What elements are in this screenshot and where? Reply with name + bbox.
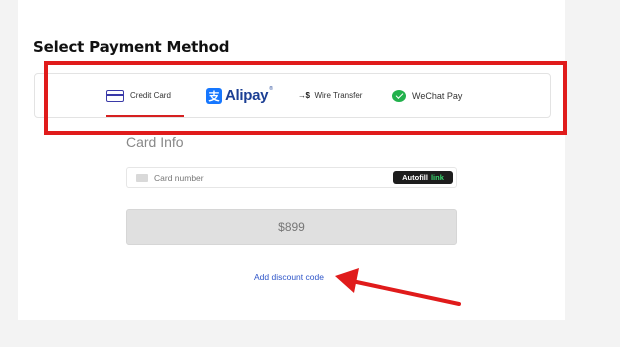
arrow-shaft [350, 279, 461, 306]
annotation-arrow [335, 268, 461, 306]
arrow-head [335, 268, 359, 293]
